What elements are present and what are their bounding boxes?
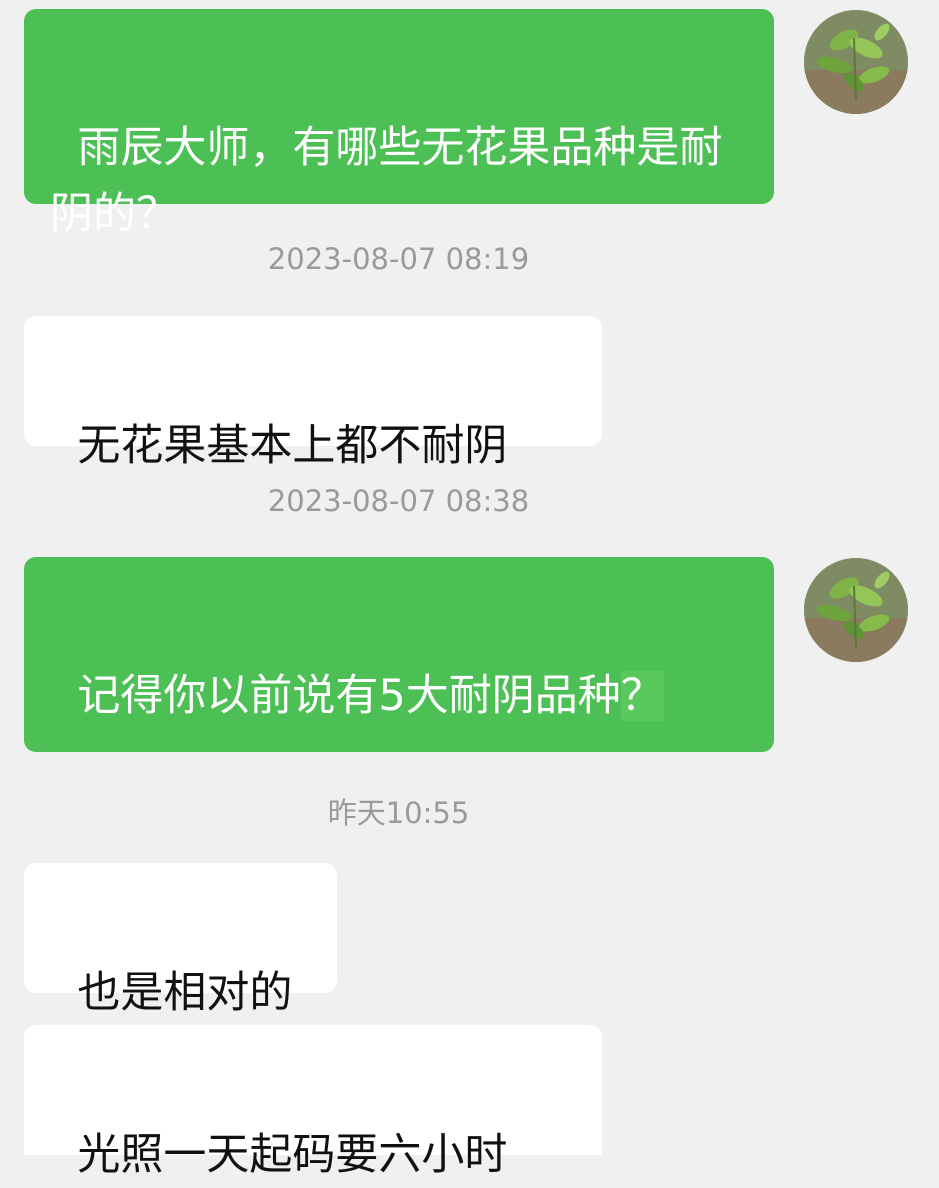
message-text: 光照一天起码要六小时 [77,1130,508,1180]
timestamp: 2023-08-07 08:19 [267,242,530,276]
avatar[interactable] [804,558,908,662]
sent-message-bubble[interactable]: 记得你以前说有5大耐阴品种？ [24,557,774,752]
selected-text-highlight: ？ [620,671,664,721]
received-message-bubble[interactable]: 也是相对的 [24,863,337,1018]
received-message-bubble[interactable]: 光照一天起码要六小时 [24,1025,602,1180]
message-text: 无花果基本上都不耐阴 [77,421,508,471]
message-text: 记得你以前说有5大耐阴品种 [77,671,621,721]
timestamp: 昨天10:55 [327,796,470,830]
message-text: 也是相对的 [77,968,293,1018]
avatar[interactable] [804,10,908,114]
received-message-bubble[interactable]: 无花果基本上都不耐阴 [24,316,602,471]
plant-photo-icon [804,558,908,662]
sent-message-bubble[interactable]: 雨辰大师，有哪些无花果品种是耐阴的？ [24,9,774,239]
plant-photo-icon [804,10,908,114]
timestamp: 2023-08-07 08:38 [267,484,530,518]
message-text: 雨辰大师，有哪些无花果品种是耐阴的？ [50,123,723,239]
